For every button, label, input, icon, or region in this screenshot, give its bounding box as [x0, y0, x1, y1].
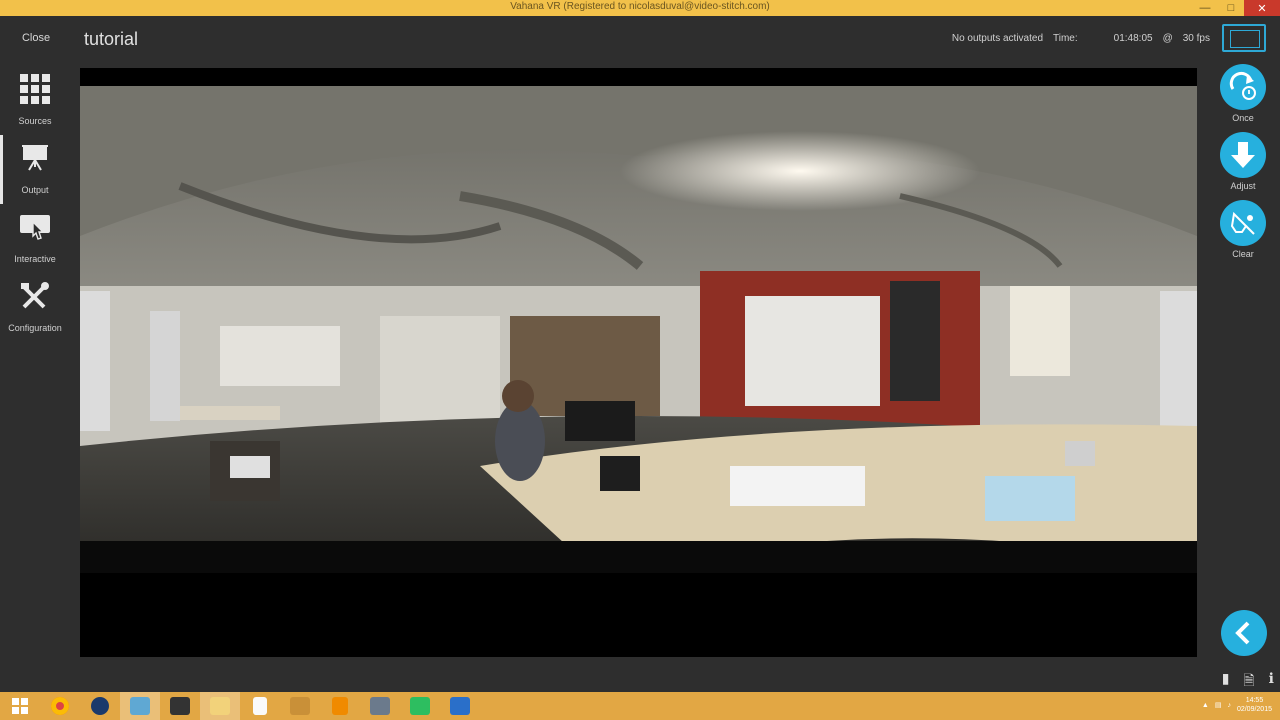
rotate-timer-icon [1220, 64, 1266, 110]
window-title: Vahana VR (Registered to nicolasduval@vi… [510, 1, 770, 12]
sidebar-item-label: Output [21, 185, 49, 195]
time-at: @ [1162, 33, 1173, 44]
info-icon[interactable]: ℹ [1269, 670, 1274, 694]
outputs-status: No outputs activated [951, 33, 1044, 44]
sidebar-item-label: Interactive [14, 254, 56, 264]
sidebar-item-configuration[interactable]: Configuration [0, 273, 70, 342]
tools-icon [18, 279, 52, 313]
time-label: Time: [1053, 33, 1078, 44]
sidebar-item-output[interactable]: Output [0, 135, 70, 204]
sidebar-item-label: Configuration [8, 323, 62, 333]
grid-icon [18, 72, 52, 106]
pointer-icon [18, 210, 52, 244]
evernote-icon[interactable] [400, 692, 440, 720]
once-label: Once [1232, 113, 1254, 123]
panorama-viewport[interactable] [80, 68, 1197, 657]
steam-icon[interactable] [80, 692, 120, 720]
windows-taskbar: ▲ ▤ ♪ 14:55 02/09/2015 [0, 692, 1280, 720]
action-panel: Once Adjust Clear [1219, 64, 1267, 268]
time-value: 01:48:05 [1113, 33, 1153, 44]
panorama-preview [80, 86, 1197, 573]
file-explorer-icon[interactable] [200, 692, 240, 720]
sidebar: Sources Output Interactive Configuration [0, 66, 70, 342]
status-bar: No outputs activated Time: 01:48:05 @ 30… [952, 33, 1210, 44]
close-window-icon[interactable]: ✕ [1244, 0, 1280, 16]
window-titlebar: Vahana VR (Registered to nicolasduval@vi… [0, 0, 1280, 16]
tray-chevron-icon[interactable]: ▲ [1202, 702, 1209, 709]
vahana-vr-icon[interactable] [120, 692, 160, 720]
project-title: tutorial [84, 29, 139, 49]
panorama-view-icon[interactable] [1222, 24, 1266, 52]
chrome-icon[interactable] [40, 692, 80, 720]
chevron-left-icon [1235, 621, 1250, 645]
system-tray: ▲ ▤ ♪ 14:55 02/09/2015 [1202, 696, 1272, 714]
mail-icon[interactable] [440, 692, 480, 720]
minimize-icon[interactable]: — [1192, 0, 1218, 16]
vlc-icon[interactable] [320, 692, 360, 720]
fps-value: 30 fps [1182, 33, 1210, 44]
battery-icon[interactable]: ▮ [1222, 670, 1230, 694]
close-project-button[interactable]: Close [14, 32, 58, 44]
clock-time: 14:55 [1245, 697, 1264, 704]
sidebar-item-interactive[interactable]: Interactive [0, 204, 70, 273]
eraser-icon [1220, 200, 1266, 246]
clear-label: Clear [1232, 249, 1254, 259]
media-app-icon[interactable] [280, 692, 320, 720]
sidebar-item-sources[interactable]: Sources [0, 66, 70, 135]
bottom-toolbar: ▮ 🗎 ℹ [1222, 670, 1274, 694]
projector-icon [18, 141, 52, 175]
sidebar-item-label: Sources [18, 116, 52, 126]
adjust-button[interactable]: Adjust [1219, 132, 1267, 200]
clock-date: 02/09/2015 [1236, 706, 1272, 713]
adjust-label: Adjust [1230, 181, 1256, 191]
back-button[interactable] [1221, 610, 1267, 656]
volume-icon[interactable]: ♪ [1227, 702, 1231, 709]
network-icon[interactable]: ▤ [1215, 701, 1222, 709]
network-app-icon[interactable] [360, 692, 400, 720]
once-button[interactable]: Once [1219, 64, 1267, 132]
windows-start-icon[interactable] [0, 692, 40, 720]
maximize-icon[interactable]: □ [1218, 0, 1244, 16]
blank-document-icon[interactable] [240, 692, 280, 720]
clock[interactable]: 14:55 02/09/2015 [1237, 696, 1272, 714]
audio-app-icon[interactable] [160, 692, 200, 720]
app-window: Close tutorial No outputs activated Time… [0, 16, 1280, 692]
arrow-down-icon [1220, 132, 1266, 178]
clear-button[interactable]: Clear [1219, 200, 1267, 268]
document-icon[interactable]: 🗎 [1243, 670, 1254, 694]
